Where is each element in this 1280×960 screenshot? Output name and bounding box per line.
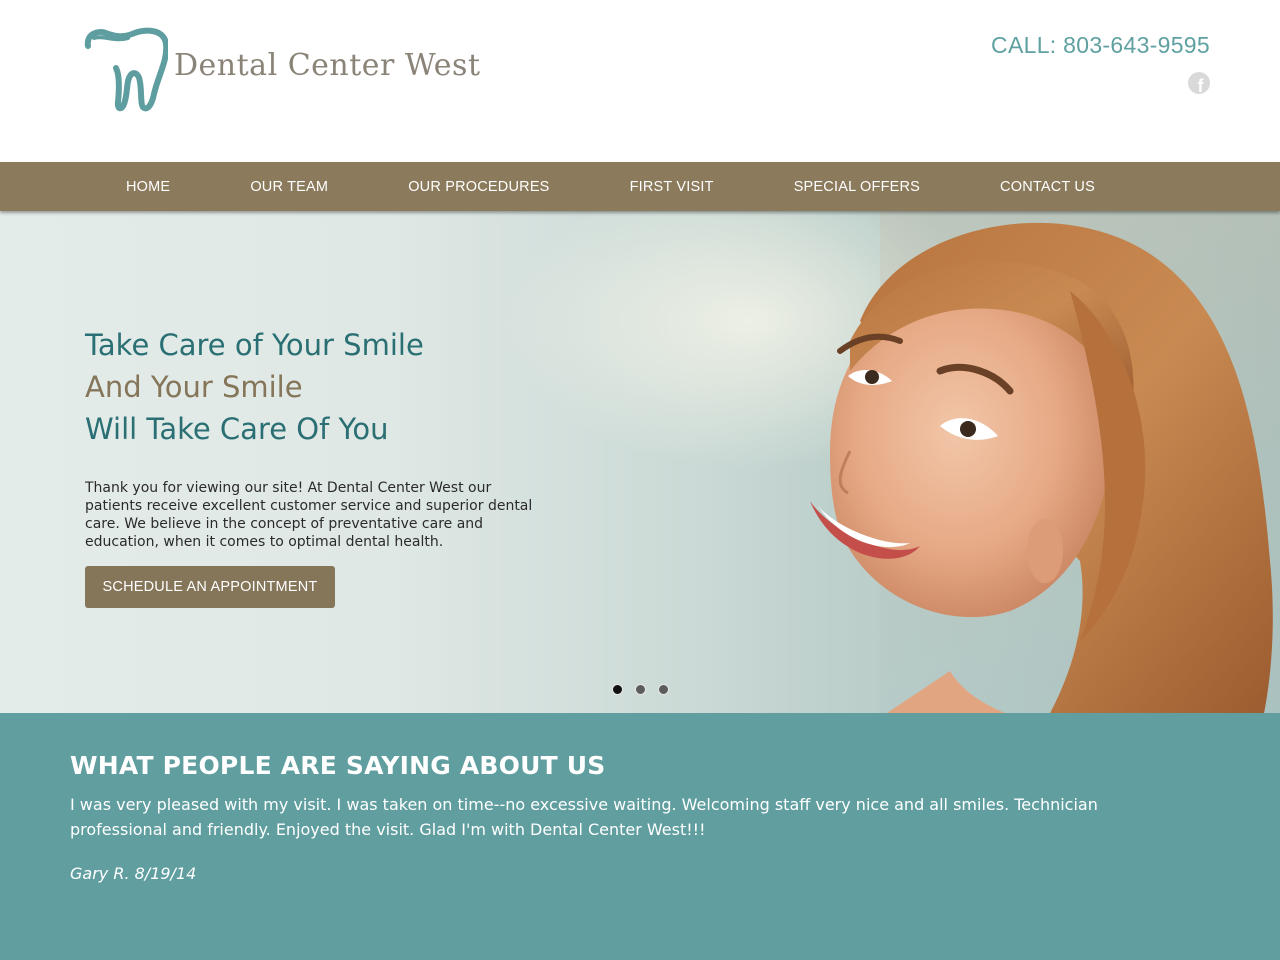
logo[interactable]: Dental Center West [84,24,534,114]
brand-name: Dental Center West [174,48,481,83]
slider-dot-2[interactable] [635,684,646,695]
slider-dot-1[interactable] [612,684,623,695]
hero-headline: Take Care of Your Smile And Your Smile W… [85,324,424,450]
facebook-icon[interactable]: f [1188,72,1210,94]
nav-item-first-visit[interactable]: FIRST VISIT [590,179,754,195]
nav-item-our-team[interactable]: OUR TEAM [210,179,368,195]
testimonials-section: WHAT PEOPLE ARE SAYING ABOUT US I was ve… [0,713,1280,960]
main-nav: HOME OUR TEAM OUR PROCEDURES FIRST VISIT… [0,162,1280,211]
nav-item-our-procedures[interactable]: OUR PROCEDURES [368,179,589,195]
testimonials-title: WHAT PEOPLE ARE SAYING ABOUT US [70,751,606,780]
site-header: Dental Center West CALL: 803-643-9595 f [0,0,1280,162]
nav-item-special-offers[interactable]: SPECIAL OFFERS [754,179,960,195]
hero-headline-line-2: And Your Smile [85,370,303,404]
hero-headline-line-3: Will Take Care Of You [85,412,389,446]
nav-item-home[interactable]: HOME [86,179,210,195]
phone-number[interactable]: CALL: 803-643-9595 [991,32,1210,59]
smiling-woman-image [810,222,1273,713]
testimonial-quote: I was very pleased with my visit. I was … [70,795,1098,839]
hero-slider: Take Care of Your Smile And Your Smile W… [0,211,1280,713]
slider-pagination [612,684,669,695]
slider-dot-3[interactable] [658,684,669,695]
testimonial-author: Gary R. 8/19/14 [70,864,197,883]
schedule-appointment-button[interactable]: SCHEDULE AN APPOINTMENT [85,566,335,608]
nav-item-contact-us[interactable]: CONTACT US [960,179,1135,195]
hero-headline-line-1: Take Care of Your Smile [85,328,424,362]
tooth-logo-icon [84,27,168,112]
hero-intro-text: Thank you for viewing our site! At Denta… [85,480,533,550]
